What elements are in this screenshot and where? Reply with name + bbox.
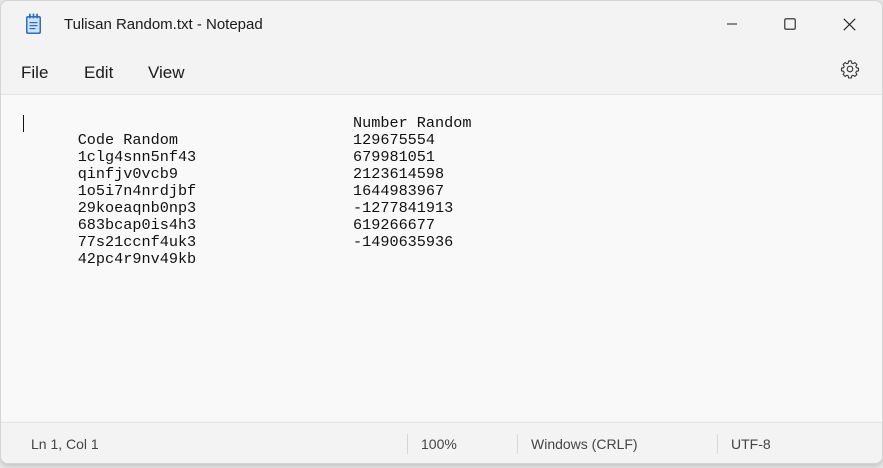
close-icon — [842, 17, 856, 31]
editor-line: qinfjv0vcb9 679981051 — [23, 149, 435, 183]
status-divider — [407, 434, 408, 454]
number-cell: -1277841913 — [353, 199, 454, 217]
editor-line: 42pc4r9nv49kb -1490635936 — [23, 234, 454, 268]
number-cell: 619266677 — [353, 216, 436, 234]
editor-line: 683bcap0is4h3 -1277841913 — [23, 200, 454, 234]
editor-line: 77s21ccnf4uk3 619266677 — [23, 217, 435, 251]
editor-line: Code Random Number Random — [23, 115, 472, 149]
number-cell: 129675554 — [353, 131, 436, 149]
number-cell: 679981051 — [353, 148, 436, 166]
number-cell: 2123614598 — [353, 165, 445, 183]
title-bar[interactable]: Tulisan Random.txt - Notepad — [1, 1, 882, 49]
zoom-level[interactable]: 100% — [421, 436, 457, 452]
editor-line: 29koeaqnb0np3 1644983967 — [23, 183, 444, 217]
settings-button[interactable] — [837, 58, 863, 84]
status-divider — [517, 434, 518, 454]
number-cell: Number Random — [353, 114, 472, 132]
menu-edit[interactable]: Edit — [84, 61, 113, 85]
text-editor[interactable]: Code Random Number Random 1clg4snn5nf43 … — [1, 95, 882, 421]
minimize-button[interactable] — [703, 1, 761, 47]
window-title: Tulisan Random.txt - Notepad — [64, 16, 263, 33]
maximize-button[interactable] — [761, 1, 819, 47]
number-cell: 1644983967 — [353, 182, 445, 200]
maximize-icon — [784, 18, 796, 30]
menu-view[interactable]: View — [148, 61, 185, 85]
notepad-icon — [25, 13, 42, 35]
line-ending[interactable]: Windows (CRLF) — [531, 436, 638, 452]
status-divider — [717, 434, 718, 454]
menu-file[interactable]: File — [21, 61, 48, 85]
close-button[interactable] — [820, 1, 878, 47]
number-cell: -1490635936 — [353, 233, 454, 251]
status-bar: Ln 1, Col 1 100% Windows (CRLF) UTF-8 — [1, 422, 882, 463]
minimize-icon — [726, 18, 738, 30]
cursor-position[interactable]: Ln 1, Col 1 — [31, 436, 99, 452]
gear-icon — [840, 59, 860, 84]
code-cell: 42pc4r9nv49kb — [77, 250, 197, 268]
menu-bar: File Edit View — [1, 49, 882, 95]
editor-line: 1o5i7n4nrdjbf 2123614598 — [23, 166, 444, 200]
encoding[interactable]: UTF-8 — [731, 436, 771, 452]
editor-line: 1clg4snn5nf43 129675554 — [23, 132, 435, 166]
notepad-window: Tulisan Random.txt - Notepad File Edit V… — [0, 0, 883, 464]
